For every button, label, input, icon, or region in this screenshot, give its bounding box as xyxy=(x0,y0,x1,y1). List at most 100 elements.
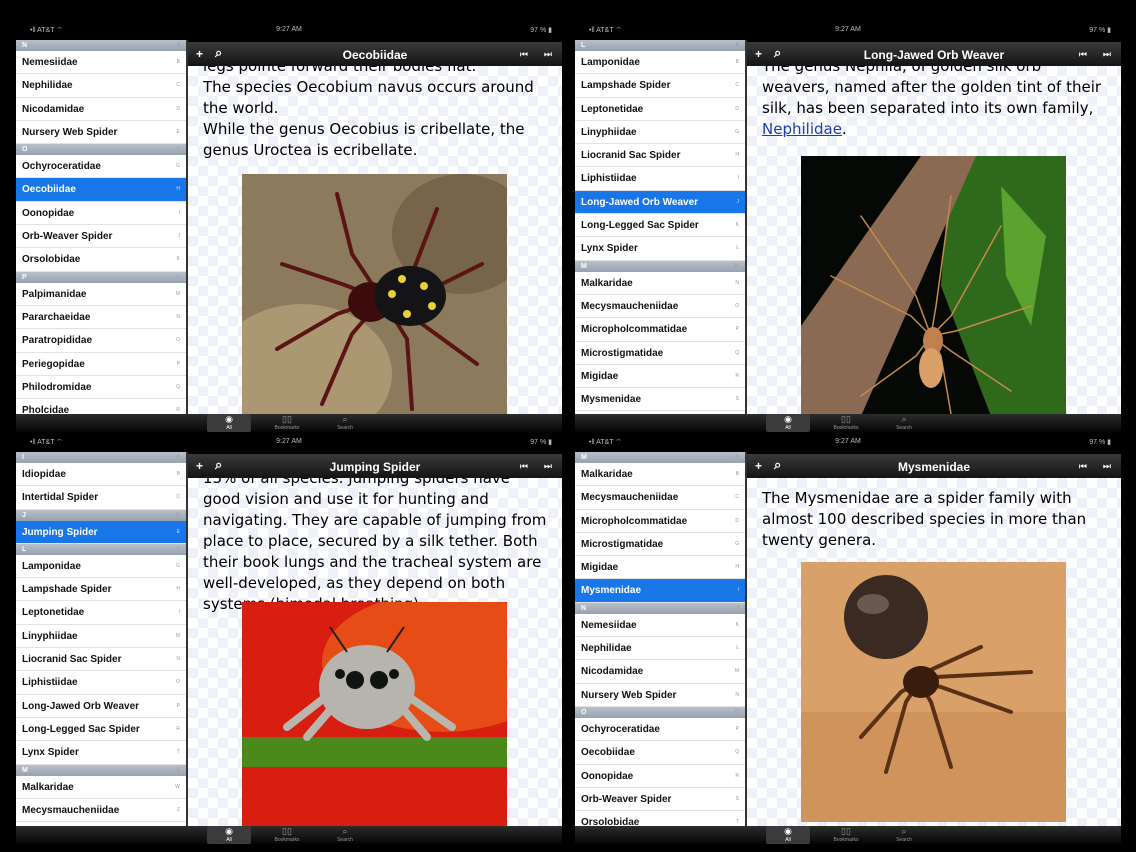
alphabet-index-letter[interactable]: T xyxy=(177,741,180,764)
list-item[interactable]: Malkaridae B xyxy=(575,463,745,487)
list-item[interactable]: Nicodamidae D xyxy=(16,98,186,121)
alphabet-index-letter[interactable]: F xyxy=(177,144,180,155)
alphabet-index-letter[interactable]: R xyxy=(176,718,180,741)
search-icon[interactable]: ⌕ xyxy=(774,45,781,61)
alphabet-index-letter[interactable]: J xyxy=(178,225,181,248)
alphabet-index-letter[interactable]: Q xyxy=(176,376,180,399)
alphabet-index-letter[interactable]: G xyxy=(735,121,739,144)
list-item[interactable]: Oonopidae I xyxy=(16,202,186,226)
previous-article-icon[interactable]: ⏮ xyxy=(520,461,528,472)
alphabet-index-letter[interactable]: G xyxy=(176,155,180,178)
tab-bookmarks[interactable]: ▯▯ Bookmarks xyxy=(265,414,309,432)
list-item[interactable]: Nicodamidae M xyxy=(575,660,745,684)
alphabet-index-letter[interactable]: O xyxy=(176,671,180,694)
list-item[interactable]: Nephilidae L xyxy=(575,637,745,661)
list-item[interactable]: Linyphiidae M xyxy=(16,625,186,649)
list-item[interactable]: Mecysmaucheniidae C xyxy=(575,486,745,510)
list-item[interactable]: Pholcidae R xyxy=(16,399,186,414)
alphabet-index-letter[interactable]: C xyxy=(735,486,739,509)
alphabet-index-letter[interactable]: M xyxy=(176,283,180,306)
list-item[interactable]: Leptonetidae I xyxy=(16,601,186,625)
list-item[interactable]: Nemesiidae B xyxy=(16,51,186,75)
list-item[interactable]: Lamponidae B xyxy=(575,51,745,75)
list-item[interactable]: Orsolobidae K xyxy=(16,248,186,272)
previous-article-icon[interactable]: ⏮ xyxy=(1079,461,1087,472)
alphabet-index-letter[interactable]: A xyxy=(177,40,180,51)
search-icon[interactable]: ⌕ xyxy=(774,457,781,473)
alphabet-index-letter[interactable]: C xyxy=(735,74,739,97)
previous-article-icon[interactable]: ⏮ xyxy=(1079,49,1087,60)
add-bookmark-button[interactable]: + xyxy=(755,459,762,473)
alphabet-index-letter[interactable]: H xyxy=(176,578,180,601)
tab-search[interactable]: ⌕ Search xyxy=(323,414,367,432)
alphabet-index-letter[interactable]: L xyxy=(736,237,739,260)
alphabet-index-letter[interactable]: I xyxy=(738,579,739,602)
alphabet-index-letter[interactable]: G xyxy=(176,555,180,578)
next-article-icon[interactable]: ⏭ xyxy=(1103,461,1111,472)
list-item[interactable]: Nursery Web Spider E xyxy=(16,121,186,145)
alphabet-index-letter[interactable]: H xyxy=(176,178,180,201)
alphabet-index-letter[interactable]: O xyxy=(735,707,739,718)
alphabet-index-letter[interactable]: N xyxy=(176,306,180,329)
list-item[interactable]: Lampshade Spider H xyxy=(16,578,186,602)
alphabet-index-letter[interactable]: P xyxy=(177,695,180,718)
tab-all[interactable]: ◉ All xyxy=(766,414,810,432)
alphabet-index-letter[interactable]: K xyxy=(736,214,739,237)
alphabet-index-letter[interactable]: S xyxy=(736,388,739,411)
tab-all[interactable]: ◉ All xyxy=(766,826,810,844)
list-item[interactable]: Leptonetidae D xyxy=(575,98,745,121)
species-index-list[interactable]: I A Idiopidae B Intertidal Spider C J D Jumping … xyxy=(16,452,186,826)
alphabet-index-letter[interactable]: B xyxy=(736,463,739,486)
list-item[interactable]: Malkaridae W xyxy=(16,776,186,799)
alphabet-index-letter[interactable]: E xyxy=(177,121,180,144)
alphabet-index-letter[interactable]: A xyxy=(736,452,739,463)
list-item[interactable]: Periegopidae P xyxy=(16,353,186,376)
list-item[interactable]: Nemesiidae K xyxy=(575,614,745,638)
tab-all[interactable]: ◉ All xyxy=(207,826,251,844)
previous-article-icon[interactable]: ⏮ xyxy=(520,49,528,60)
alphabet-index-letter[interactable]: N xyxy=(735,684,739,707)
alphabet-index-letter[interactable]: W xyxy=(175,776,180,799)
tab-search[interactable]: ⌕ Search xyxy=(882,414,926,432)
alphabet-index-letter[interactable]: Z xyxy=(177,799,180,822)
list-item[interactable]: Palpimanidae M xyxy=(16,283,186,306)
list-item[interactable]: Mecysmaucheniidae O xyxy=(575,295,745,319)
tab-bookmarks[interactable]: ▯▯ Bookmarks xyxy=(824,826,868,844)
list-item[interactable]: Pararchaeidae N xyxy=(16,306,186,330)
tab-bookmarks[interactable]: ▯▯ Bookmarks xyxy=(265,826,309,844)
alphabet-index-letter[interactable]: Q xyxy=(735,741,739,764)
list-item[interactable]: Philodromidae Q xyxy=(16,376,186,400)
alphabet-index-letter[interactable]: B xyxy=(736,51,739,74)
list-item[interactable]: Liphistiidae I xyxy=(575,167,745,191)
alphabet-index-letter[interactable]: H xyxy=(735,556,739,579)
alphabet-index-letter[interactable]: H xyxy=(735,144,739,167)
alphabet-index-letter[interactable]: O xyxy=(735,295,739,318)
list-item[interactable]: Orsolobidae T xyxy=(575,811,745,826)
list-item[interactable]: Ochyroceratidae P xyxy=(575,718,745,742)
tab-search[interactable]: ⌕ Search xyxy=(323,826,367,844)
search-icon[interactable]: ⌕ xyxy=(215,45,222,61)
list-item[interactable]: Mysmenidae S xyxy=(575,388,745,412)
list-item[interactable]: Oecobiidae Q xyxy=(575,741,745,765)
list-item[interactable]: Migidae R xyxy=(575,365,745,389)
list-item-selected[interactable]: Long-Jawed Orb Weaver J xyxy=(575,190,745,215)
next-article-icon[interactable]: ⏭ xyxy=(544,461,552,472)
alphabet-index-letter[interactable]: K xyxy=(177,248,180,271)
alphabet-index-letter[interactable]: B xyxy=(177,51,180,74)
list-item-selected[interactable]: Jumping Spider E xyxy=(16,520,186,544)
search-icon[interactable]: ⌕ xyxy=(215,457,222,473)
list-item[interactable]: Orb-Weaver Spider J xyxy=(16,225,186,249)
list-item[interactable]: Long-Legged Sac Spider K xyxy=(575,214,745,238)
list-item[interactable]: Malkaridae N xyxy=(575,272,745,295)
alphabet-index-letter[interactable]: A xyxy=(177,452,180,463)
alphabet-index-letter[interactable]: M xyxy=(735,261,739,272)
add-bookmark-button[interactable]: + xyxy=(196,47,203,61)
tab-bookmarks[interactable]: ▯▯ Bookmarks xyxy=(824,414,868,432)
list-item[interactable]: Nephilidae C xyxy=(16,74,186,98)
list-item[interactable]: Micropholcommatidae P xyxy=(575,318,745,342)
alphabet-index-letter[interactable]: G xyxy=(735,533,739,556)
alphabet-index-letter[interactable]: K xyxy=(736,614,739,637)
tab-search[interactable]: ⌕ Search xyxy=(882,826,926,844)
alphabet-index-letter[interactable]: S xyxy=(736,788,739,811)
alphabet-index-letter[interactable]: D xyxy=(176,98,180,121)
